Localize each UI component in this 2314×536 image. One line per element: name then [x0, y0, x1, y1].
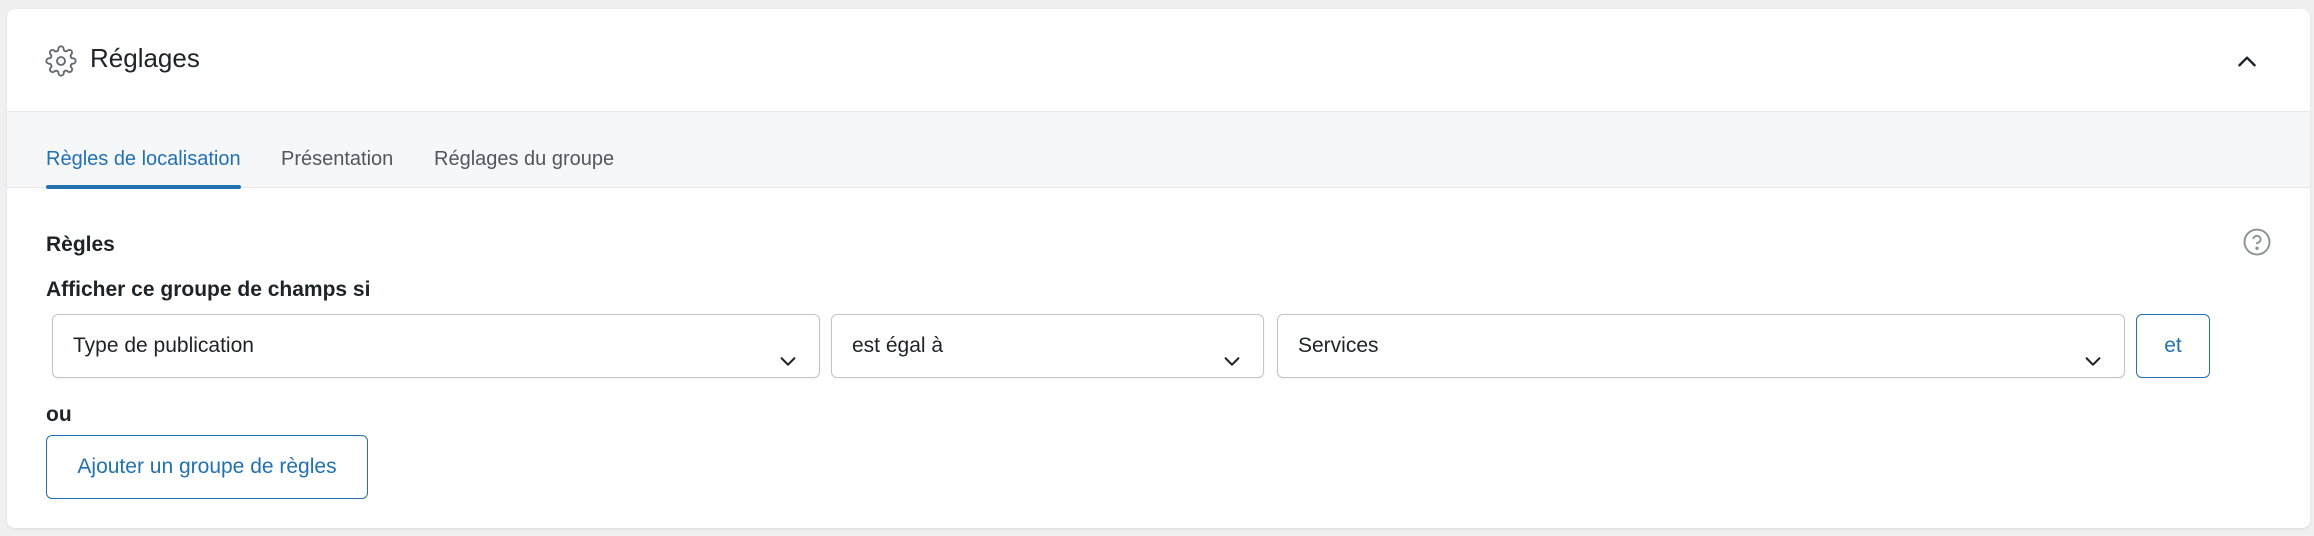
- and-button[interactable]: et: [2136, 314, 2210, 378]
- rule-value-select[interactable]: Services: [1277, 314, 2125, 378]
- tab-location-rules[interactable]: Règles de localisation: [46, 112, 241, 189]
- rule-operator-select[interactable]: est égal à: [831, 314, 1264, 378]
- rule-param-select[interactable]: Type de publication: [52, 314, 820, 378]
- settings-panel: Réglages Règles de localisation Présenta…: [7, 9, 2310, 528]
- chevron-down-icon: [2082, 335, 2104, 366]
- rules-label: Règles: [46, 233, 115, 256]
- add-rule-group-button[interactable]: Ajouter un groupe de règles: [46, 435, 368, 499]
- gear-icon: [45, 45, 77, 77]
- show-if-label: Afficher ce groupe de champs si: [46, 278, 371, 301]
- panel-header[interactable]: Réglages: [7, 9, 2310, 112]
- chevron-down-icon: [1221, 335, 1243, 366]
- rule-param-value: Type de publication: [73, 334, 254, 357]
- rule-operator-value: est égal à: [852, 334, 944, 357]
- rule-value-value: Services: [1298, 334, 1379, 357]
- tab-presentation[interactable]: Présentation: [281, 112, 393, 188]
- chevron-up-icon[interactable]: [2234, 49, 2260, 75]
- chevron-down-icon: [777, 335, 799, 366]
- help-circle-icon[interactable]: [2242, 227, 2272, 257]
- panel-title: Réglages: [90, 43, 200, 73]
- tab-group-settings[interactable]: Réglages du groupe: [434, 112, 614, 188]
- or-label: ou: [46, 403, 72, 426]
- tab-bar: Règles de localisation Présentation Régl…: [7, 112, 2310, 189]
- rules-section: Règles Afficher ce groupe de champs si T…: [7, 189, 2310, 528]
